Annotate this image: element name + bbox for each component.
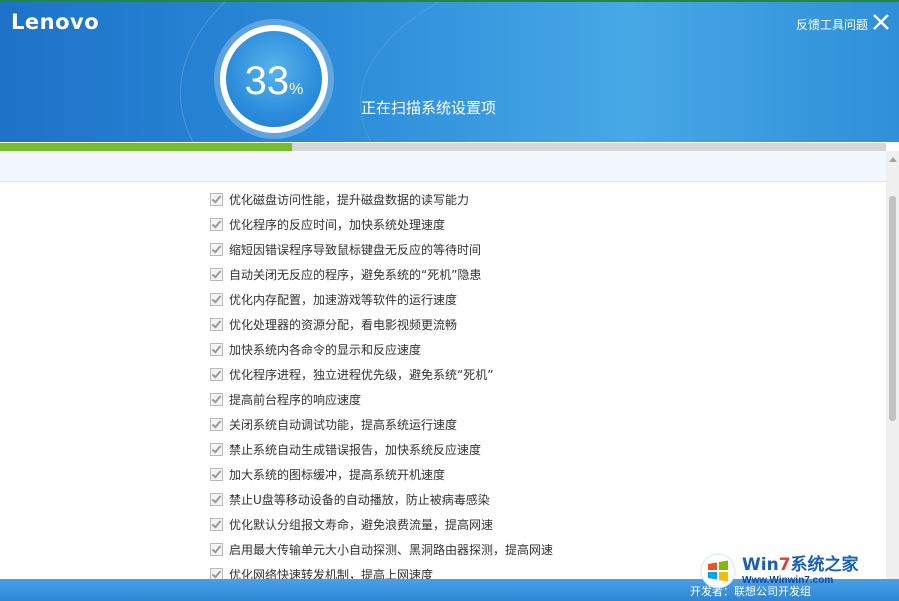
checkmark-icon	[211, 443, 222, 454]
item-label: 优化默认分组报文寿命，避免浪费流量，提高网速	[229, 518, 494, 532]
item-checkbox[interactable]	[210, 268, 223, 281]
feedback-link[interactable]: 反馈工具问题	[796, 16, 868, 33]
list-item: 优化程序的反应时间，加快系统处理速度	[210, 212, 870, 237]
checkmark-icon	[211, 293, 222, 304]
close-icon	[873, 14, 889, 30]
checkmark-icon	[211, 418, 222, 429]
progress-bar	[0, 143, 886, 151]
item-checkbox[interactable]	[210, 518, 223, 531]
checkmark-icon	[211, 468, 222, 479]
progress-value: 33	[244, 59, 290, 103]
item-checkbox[interactable]	[210, 418, 223, 431]
item-label: 加快系统内各命令的显示和反应速度	[229, 343, 422, 357]
item-label: 自动关闭无反应的程序，避免系统的“死机”隐患	[229, 268, 482, 282]
header-banner: Lenovo 反馈工具问题 33% 正在扫描系统设置项	[0, 2, 899, 142]
scroll-up-arrow-icon[interactable]	[889, 157, 897, 162]
windows-logo-icon	[700, 553, 736, 589]
item-label: 优化程序进程，独立进程优先级，避免系统“死机”	[229, 368, 494, 382]
sub-header-panel	[0, 151, 886, 182]
checkmark-icon	[211, 243, 222, 254]
item-label: 禁止U盘等移动设备的自动播放，防止被病毒感染	[229, 493, 490, 507]
item-label: 缩短因错误程序导致鼠标键盘无反应的等待时间	[229, 243, 482, 257]
scroll-thumb[interactable]	[889, 196, 896, 421]
list-item: 优化程序进程，独立进程优先级，避免系统“死机”	[210, 362, 870, 387]
checkmark-icon	[211, 343, 222, 354]
list-item: 关闭系统自动调试功能，提高系统运行速度	[210, 412, 870, 437]
optimization-list: 优化磁盘访问性能，提升磁盘数据的读写能力 优化程序的反应时间，加快系统处理速度缩短…	[210, 187, 870, 579]
item-checkbox[interactable]	[210, 218, 223, 231]
scan-status-text: 正在扫描系统设置项	[361, 99, 497, 117]
item-checkbox[interactable]	[210, 568, 223, 579]
item-label: 优化磁盘访问性能，提升磁盘数据的读写能力	[229, 193, 470, 207]
list-item: 提高前台程序的响应速度	[210, 387, 870, 412]
checkmark-icon	[211, 268, 222, 279]
watermark-title: Win7系统之家	[742, 555, 859, 575]
progress-percent-sign: %	[289, 81, 304, 98]
watermark: Win7系统之家 Www.Winwin7.com	[700, 546, 899, 596]
item-label: 优化程序的反应时间，加快系统处理速度	[229, 218, 446, 232]
list-item: 自动关闭无反应的程序，避免系统的“死机”隐患	[210, 262, 870, 287]
close-button[interactable]	[871, 12, 891, 32]
checkmark-icon	[211, 368, 222, 379]
list-item: 优化默认分组报文寿命，避免浪费流量，提高网速	[210, 512, 870, 537]
item-checkbox[interactable]	[210, 468, 223, 481]
item-checkbox[interactable]	[210, 543, 223, 556]
list-item: 禁止U盘等移动设备的自动播放，防止被病毒感染	[210, 487, 870, 512]
item-checkbox[interactable]	[210, 243, 223, 256]
item-checkbox[interactable]	[210, 443, 223, 456]
item-checkbox[interactable]	[210, 343, 223, 356]
item-label: 禁止系统自动生成错误报告，加快系统反应速度	[229, 443, 482, 457]
watermark-title-suffix: 系统之家	[790, 555, 859, 575]
checkmark-icon	[211, 493, 222, 504]
progress-circle-core: 33%	[226, 31, 322, 127]
watermark-text: Win7系统之家 Www.Winwin7.com	[742, 555, 859, 587]
item-checkbox[interactable]	[210, 193, 223, 206]
item-checkbox[interactable]	[210, 393, 223, 406]
item-label: 优化网络快速转发机制，提高上网速度	[229, 568, 434, 579]
item-checkbox[interactable]	[210, 493, 223, 506]
watermark-title-win: Win	[742, 555, 779, 575]
checkmark-icon	[211, 318, 222, 329]
checkmark-icon	[211, 393, 222, 404]
progress-percent: 33%	[226, 59, 322, 104]
item-checkbox[interactable]	[210, 318, 223, 331]
progress-circle: 33%	[214, 19, 334, 139]
list-item: 加快系统内各命令的显示和反应速度	[210, 337, 870, 362]
item-label: 启用最大传输单元大小自动探测、黑洞路由器探测，提高网速	[229, 543, 554, 557]
item-checkbox[interactable]	[210, 293, 223, 306]
watermark-url: Www.Winwin7.com	[742, 575, 834, 586]
item-label: 优化处理器的资源分配，看电影视频更流畅	[229, 318, 458, 332]
progress-circle-ring: 33%	[220, 25, 328, 133]
watermark-title-seven: 7	[778, 555, 791, 575]
list-item: 禁止系统自动生成错误报告，加快系统反应速度	[210, 437, 870, 462]
list-scrollbar[interactable]	[886, 151, 899, 579]
list-item: 缩短因错误程序导致鼠标键盘无反应的等待时间	[210, 237, 870, 262]
progress-bar-fill	[0, 143, 293, 151]
list-item: 优化磁盘访问性能，提升磁盘数据的读写能力	[210, 187, 870, 212]
checkmark-icon	[211, 218, 222, 229]
list-item: 加大系统的图标缓冲，提高系统开机速度	[210, 462, 870, 487]
item-checkbox[interactable]	[210, 368, 223, 381]
lenovo-logo: Lenovo	[11, 10, 100, 34]
item-label: 关闭系统自动调试功能，提高系统运行速度	[229, 418, 458, 432]
checkmark-icon	[211, 193, 222, 204]
item-label: 提高前台程序的响应速度	[229, 393, 362, 407]
item-label: 优化内存配置，加速游戏等软件的运行速度	[229, 293, 458, 307]
list-item: 优化内存配置，加速游戏等软件的运行速度	[210, 287, 870, 312]
list-item: 优化处理器的资源分配，看电影视频更流畅	[210, 312, 870, 337]
checkmark-icon	[211, 543, 222, 554]
item-label: 加大系统的图标缓冲，提高系统开机速度	[229, 468, 446, 482]
checkmark-icon	[211, 518, 222, 529]
checkmark-icon	[211, 568, 222, 579]
